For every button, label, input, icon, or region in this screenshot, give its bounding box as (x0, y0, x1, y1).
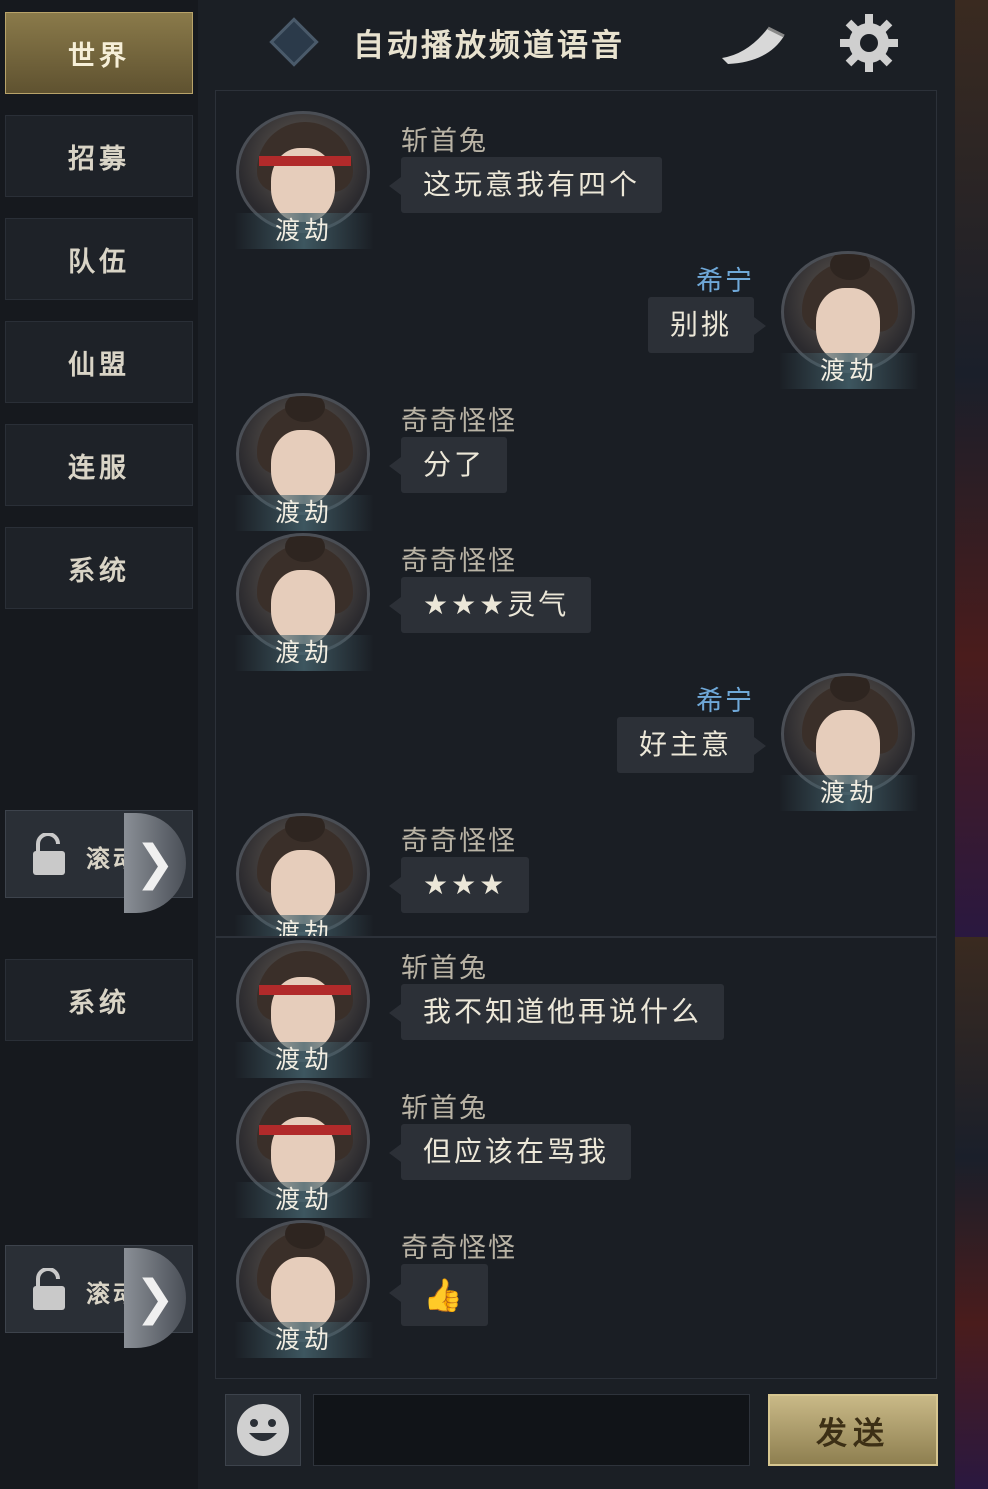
message-bubble: 别挑 (647, 297, 767, 353)
scroll-lock-button[interactable]: 滚动 ❯ (5, 1245, 193, 1348)
avatar[interactable]: 渡劫 (234, 393, 374, 533)
message-bubble: ★★★灵气 (388, 577, 592, 633)
message-list[interactable]: 渡劫 斩首兔 这玩意我有四个 渡劫 希宁 别挑 渡劫 奇奇怪怪 分了 渡劫 奇奇… (215, 90, 937, 937)
tab-recruit[interactable]: 招募 (5, 115, 193, 197)
avatar[interactable]: 渡劫 (234, 813, 374, 936)
chevron-right-icon[interactable]: ❯ (124, 1248, 186, 1348)
message-bubble: ★★★ (388, 857, 530, 913)
smiley-icon (237, 1404, 289, 1456)
emoji-button[interactable] (225, 1394, 301, 1466)
message-bubble: 但应该在骂我 (388, 1124, 632, 1180)
channel-sidebar: 系统 滚动 ❯ (0, 937, 198, 1489)
message-bubble: 分了 (388, 437, 508, 493)
chat-panel-top: 世界 招募 队伍 仙盟 连服 系统 滚动 ❯ 自动播放频道语音 渡劫 斩首兔 这… (0, 0, 955, 937)
tab-world[interactable]: 世界 (5, 12, 193, 94)
sender-name[interactable]: 奇奇怪怪 (401, 819, 517, 858)
sender-name[interactable]: 斩首兔 (401, 119, 488, 158)
tab-alliance[interactable]: 仙盟 (5, 321, 193, 403)
avatar[interactable]: 渡劫 (234, 111, 374, 251)
avatar[interactable]: 渡劫 (234, 533, 374, 673)
scroll-lock-button[interactable]: 滚动 ❯ (5, 810, 193, 913)
channel-sidebar: 世界 招募 队伍 仙盟 连服 系统 滚动 ❯ (0, 0, 198, 937)
sender-name[interactable]: 希宁 (696, 679, 754, 718)
chat-input-row: 发送 (198, 1379, 955, 1489)
tab-cross-server[interactable]: 连服 (5, 424, 193, 506)
message-bubble: 好主意 (616, 717, 767, 773)
unlock-icon (33, 833, 65, 875)
background-game-scene (955, 0, 988, 937)
chat-panel-bottom: 系统 滚动 ❯ 渡劫 斩首兔 我不知道他再说什么 渡劫 斩首兔 但应该在骂我 渡… (0, 937, 955, 1489)
send-button[interactable]: 发送 (768, 1394, 938, 1466)
horn-icon[interactable] (718, 18, 790, 68)
tab-system[interactable]: 系统 (5, 527, 193, 609)
background-game-scene (955, 937, 988, 1489)
message-bubble: 我不知道他再说什么 (388, 984, 725, 1040)
auto-play-voice-title[interactable]: 自动播放频道语音 (353, 20, 625, 65)
avatar[interactable]: 渡劫 (234, 1080, 374, 1220)
tab-system[interactable]: 系统 (5, 959, 193, 1041)
diamond-icon[interactable] (268, 16, 320, 68)
avatar[interactable]: 渡劫 (234, 1220, 374, 1360)
sender-name[interactable]: 希宁 (696, 259, 754, 298)
sender-name[interactable]: 斩首兔 (401, 946, 488, 985)
sender-name[interactable]: 奇奇怪怪 (401, 399, 517, 438)
sender-name[interactable]: 奇奇怪怪 (401, 1226, 517, 1265)
chat-header: 自动播放频道语音 (198, 0, 955, 88)
sender-name[interactable]: 奇奇怪怪 (401, 539, 517, 578)
message-list[interactable]: 渡劫 斩首兔 我不知道他再说什么 渡劫 斩首兔 但应该在骂我 渡劫 奇奇怪怪 👍 (215, 937, 937, 1379)
unlock-icon (33, 1268, 65, 1310)
chevron-right-icon[interactable]: ❯ (124, 813, 186, 913)
avatar[interactable]: 渡劫 (234, 940, 374, 1080)
thumbs-up-icon: 👍 (423, 1276, 466, 1314)
sender-name[interactable]: 斩首兔 (401, 1086, 488, 1125)
avatar[interactable]: 渡劫 (779, 251, 919, 391)
gear-icon[interactable] (838, 12, 900, 74)
tab-team[interactable]: 队伍 (5, 218, 193, 300)
message-input[interactable] (313, 1394, 750, 1466)
message-bubble: 👍 (389, 1264, 488, 1326)
avatar[interactable]: 渡劫 (779, 673, 919, 813)
message-bubble: 这玩意我有四个 (388, 157, 663, 213)
